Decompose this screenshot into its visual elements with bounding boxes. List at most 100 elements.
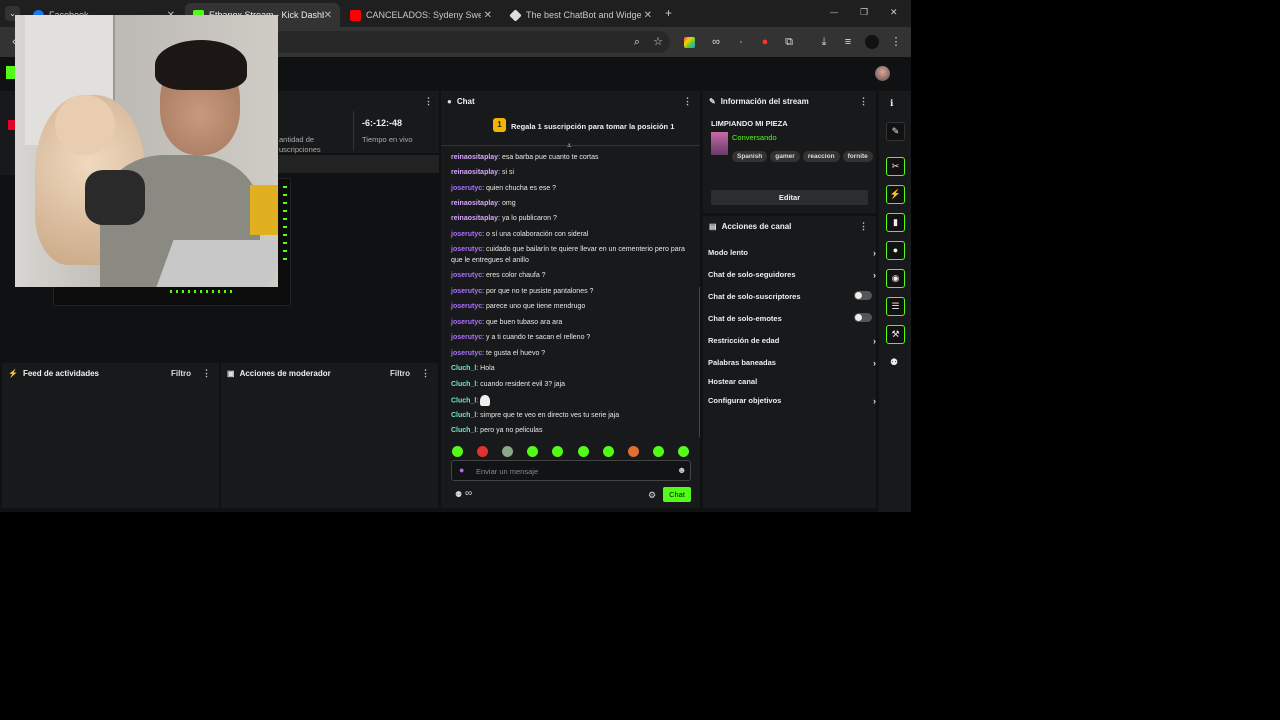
- chat-username[interactable]: joserutyc: [451, 231, 482, 238]
- channel-actions-kebab-icon[interactable]: ⋮: [859, 221, 868, 232]
- bookmark-star-icon[interactable]: ☆: [651, 35, 665, 49]
- chat-username[interactable]: reinaositaplay: [451, 215, 498, 222]
- activity-filter-button[interactable]: Filtro: [171, 369, 191, 378]
- chat-username[interactable]: Cluch_l: [451, 427, 476, 434]
- close-icon[interactable]: ✕: [644, 10, 652, 21]
- chat-username[interactable]: joserutyc: [451, 303, 482, 310]
- download-icon[interactable]: ⤓: [817, 35, 831, 49]
- extension-glasses-icon[interactable]: ∞: [709, 35, 723, 49]
- chat-input[interactable]: ● Enviar un mensaje ☻: [451, 460, 691, 481]
- chat-settings-icon[interactable]: ⚙: [648, 490, 656, 501]
- chat-username[interactable]: Cluch_l: [451, 381, 476, 388]
- tools-icon[interactable]: ⚒: [886, 325, 905, 344]
- gift-sub-text: Regala 1 suscripción para tomar la posic…: [511, 122, 675, 131]
- collapse-icon[interactable]: ⩡: [567, 141, 572, 151]
- gift-sub-banner[interactable]: 1 Regala 1 suscripción para tomar la pos…: [441, 112, 700, 150]
- chat-username[interactable]: Cluch_l: [451, 397, 476, 404]
- media-icon[interactable]: ≡: [841, 35, 855, 49]
- clip-icon[interactable]: ✂: [886, 157, 905, 176]
- chat-username[interactable]: joserutyc: [451, 246, 482, 253]
- kick-logo[interactable]: [6, 66, 15, 79]
- pencil-icon[interactable]: ✎: [886, 122, 905, 141]
- chat-input-placeholder: Enviar un mensaje: [476, 467, 539, 476]
- emoji-icon[interactable]: ☻: [677, 465, 686, 475]
- chat-username[interactable]: joserutyc: [451, 319, 482, 326]
- emote-icon[interactable]: [527, 446, 538, 457]
- chat-scrollbar[interactable]: [699, 287, 700, 437]
- add-widget-icon[interactable]: ⚉: [890, 357, 898, 368]
- emote-icon[interactable]: [502, 446, 513, 457]
- layout-icon[interactable]: ☰: [886, 297, 905, 316]
- trash-icon[interactable]: ▮: [886, 213, 905, 232]
- moderator-filter-button[interactable]: Filtro: [390, 369, 410, 378]
- toggle-switch[interactable]: [854, 313, 872, 322]
- close-window-button[interactable]: ✕: [890, 7, 898, 18]
- user-avatar[interactable]: [875, 66, 890, 81]
- chat-message: joserutyc: eres color chaufa ?: [451, 271, 691, 282]
- extensions-puzzle-icon[interactable]: ⧉: [782, 35, 796, 49]
- category-name[interactable]: Conversando: [732, 133, 777, 142]
- extension-badge-icon[interactable]: ●: [758, 35, 772, 49]
- channel-action-chat-de-solo-suscriptores[interactable]: Chat de solo-suscriptores: [708, 291, 876, 301]
- emote-icon[interactable]: [578, 446, 589, 457]
- channel-action-configurar-objetivos[interactable]: Configurar objetivos ›: [708, 396, 876, 406]
- channel-action-chat-de-solo-emotes[interactable]: Chat de solo-emotes: [708, 313, 876, 323]
- moderator-actions-title: Acciones de moderador: [239, 368, 331, 378]
- chat-username[interactable]: joserutyc: [451, 288, 482, 295]
- position-badge: 1: [493, 118, 506, 132]
- chat-username[interactable]: joserutyc: [451, 272, 482, 279]
- zoom-icon[interactable]: ⌕: [630, 35, 644, 49]
- emote-icon[interactable]: [477, 446, 488, 457]
- chat-message: joserutyc: o sí una colaboración con sid…: [451, 230, 691, 241]
- lightning-icon[interactable]: ⚡: [886, 185, 905, 204]
- close-icon[interactable]: ✕: [484, 10, 492, 21]
- stream-info-panel: ✎ Información del stream ⋮ LIMPIANDO MI …: [703, 91, 876, 213]
- emote-icon[interactable]: [678, 446, 689, 457]
- broadcast-icon[interactable]: ◉: [886, 269, 905, 288]
- info-icon[interactable]: ℹ: [890, 98, 893, 109]
- chat-message: joserutyc: te gusta el huevo ?: [451, 349, 691, 360]
- microphone-icon[interactable]: ●: [459, 465, 464, 475]
- toggle-switch[interactable]: [854, 291, 872, 300]
- stream-info-kebab-icon[interactable]: ⋮: [859, 96, 868, 107]
- chat-username[interactable]: joserutyc: [451, 185, 482, 192]
- chat-kebab-icon[interactable]: ⋮: [683, 96, 692, 107]
- chat-username[interactable]: reinaositaplay: [451, 200, 498, 207]
- chat-username[interactable]: joserutyc: [451, 334, 482, 341]
- tab-chatbot[interactable]: The best ChatBot and Widgets ✕: [502, 3, 660, 27]
- chat-username[interactable]: joserutyc: [451, 350, 482, 357]
- tab-youtube[interactable]: CANCELADOS: Sydeny Sweeney ✕: [342, 3, 500, 27]
- emote-icon[interactable]: [628, 446, 639, 457]
- channel-action-restricci-n-de-edad[interactable]: Restricción de edad ›: [708, 336, 876, 346]
- chat-username[interactable]: reinaositaplay: [451, 154, 498, 161]
- emote-icon[interactable]: [603, 446, 614, 457]
- new-tab-button[interactable]: +: [665, 6, 672, 20]
- chat-username[interactable]: Cluch_l: [451, 412, 476, 419]
- activity-kebab-icon[interactable]: ⋮: [202, 368, 211, 379]
- chat-icon[interactable]: ●: [886, 241, 905, 260]
- close-icon[interactable]: ✕: [324, 10, 332, 21]
- moderator-kebab-icon[interactable]: ⋮: [421, 368, 430, 379]
- extension-color-icon[interactable]: [684, 37, 695, 48]
- browser-menu-icon[interactable]: ⋮: [889, 35, 903, 49]
- restore-button[interactable]: ❐: [860, 7, 868, 18]
- channel-action-modo-lento[interactable]: Modo lento ›: [708, 248, 876, 258]
- minimize-button[interactable]: —: [830, 8, 838, 17]
- tag: reaccion: [802, 151, 840, 162]
- chat-username[interactable]: reinaositaplay: [451, 169, 498, 176]
- channel-action-chat-de-solo-seguidores[interactable]: Chat de solo-seguidores ›: [708, 270, 876, 280]
- send-chat-button[interactable]: Chat: [663, 487, 691, 502]
- address-bar[interactable]: [270, 31, 670, 53]
- channel-action-palabras-baneadas[interactable]: Palabras baneadas ›: [708, 358, 876, 368]
- moderator-actions-panel: ▣ Acciones de moderador Filtro ⋮: [221, 363, 438, 508]
- profile-icon[interactable]: [865, 35, 879, 49]
- stats-kebab-icon[interactable]: ⋮: [424, 96, 433, 107]
- emote-icon[interactable]: [653, 446, 664, 457]
- emote-icon[interactable]: [452, 446, 463, 457]
- extension-dot-icon[interactable]: ·: [734, 35, 748, 49]
- channel-action-hostear-canal[interactable]: Hostear canal: [708, 377, 876, 386]
- edit-stream-button[interactable]: Editar: [711, 190, 868, 205]
- chat-username[interactable]: Cluch_l: [451, 365, 476, 372]
- chat-users-icon[interactable]: ⚉: [455, 490, 462, 499]
- emote-icon[interactable]: [552, 446, 563, 457]
